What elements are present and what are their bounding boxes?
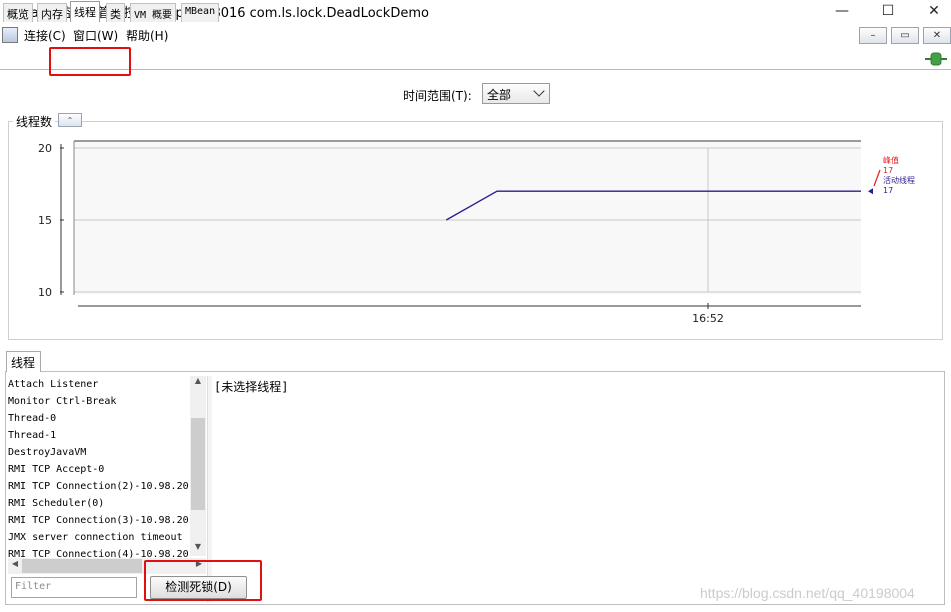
thread-detail: [未选择线程] — [214, 380, 289, 394]
thread-list-item[interactable]: RMI TCP Accept-0 — [8, 461, 188, 478]
legend-peak-label: 峰值 — [883, 156, 899, 165]
thread-list-item[interactable]: RMI TCP Connection(2)-10.98.20 — [8, 478, 188, 495]
thread-list[interactable]: Attach Listener Monitor Ctrl-Break Thread-… — [8, 376, 188, 558]
thread-list-item[interactable]: JMX server connection timeout — [8, 529, 188, 546]
legend-live-value: 17 — [883, 186, 894, 195]
thread-list-item[interactable]: Attach Listener — [8, 376, 188, 393]
highlight-box-detect — [144, 560, 262, 601]
thread-list-item[interactable]: Thread-1 — [8, 427, 188, 444]
legend-peak-value: 17 — [883, 166, 894, 175]
hscroll-thumb[interactable] — [22, 559, 142, 573]
scroll-up-icon[interactable]: ▲ — [190, 376, 206, 390]
x-tick-label: 16:52 — [692, 312, 724, 325]
legend-live-label: 活动线程 — [883, 176, 915, 185]
tab-thread-list[interactable]: 线程 — [6, 351, 41, 372]
legend-live-marker — [868, 188, 873, 195]
chart-legend: 峰值 17 活动线程 17 — [883, 156, 915, 196]
filter-input[interactable]: Filter — [11, 577, 137, 598]
vscroll-thumb[interactable] — [191, 418, 205, 510]
scroll-down-icon[interactable]: ▼ — [190, 542, 206, 556]
y-tick-label: 15 — [38, 214, 52, 227]
watermark: https://blog.csdn.net/qq_40198004 — [700, 585, 915, 601]
y-tick-label: 20 — [38, 142, 52, 155]
thread-list-vscrollbar[interactable]: ▲ ▼ — [190, 376, 206, 556]
thread-list-item[interactable]: RMI TCP Connection(4)-10.98.20 — [8, 546, 188, 558]
scroll-left-icon[interactable]: ◀ — [8, 559, 22, 568]
legend-peak-marker — [873, 169, 881, 187]
plot-background — [74, 141, 861, 294]
thread-list-item[interactable]: RMI Scheduler(0) — [8, 495, 188, 512]
thread-list-item[interactable]: RMI TCP Connection(3)-10.98.20 — [8, 512, 188, 529]
thread-list-item[interactable]: DestroyJavaVM — [8, 444, 188, 461]
thread-list-item[interactable]: Thread-0 — [8, 410, 188, 427]
thread-list-item[interactable]: Monitor Ctrl-Break — [8, 393, 188, 410]
y-tick-label: 10 — [38, 286, 52, 299]
